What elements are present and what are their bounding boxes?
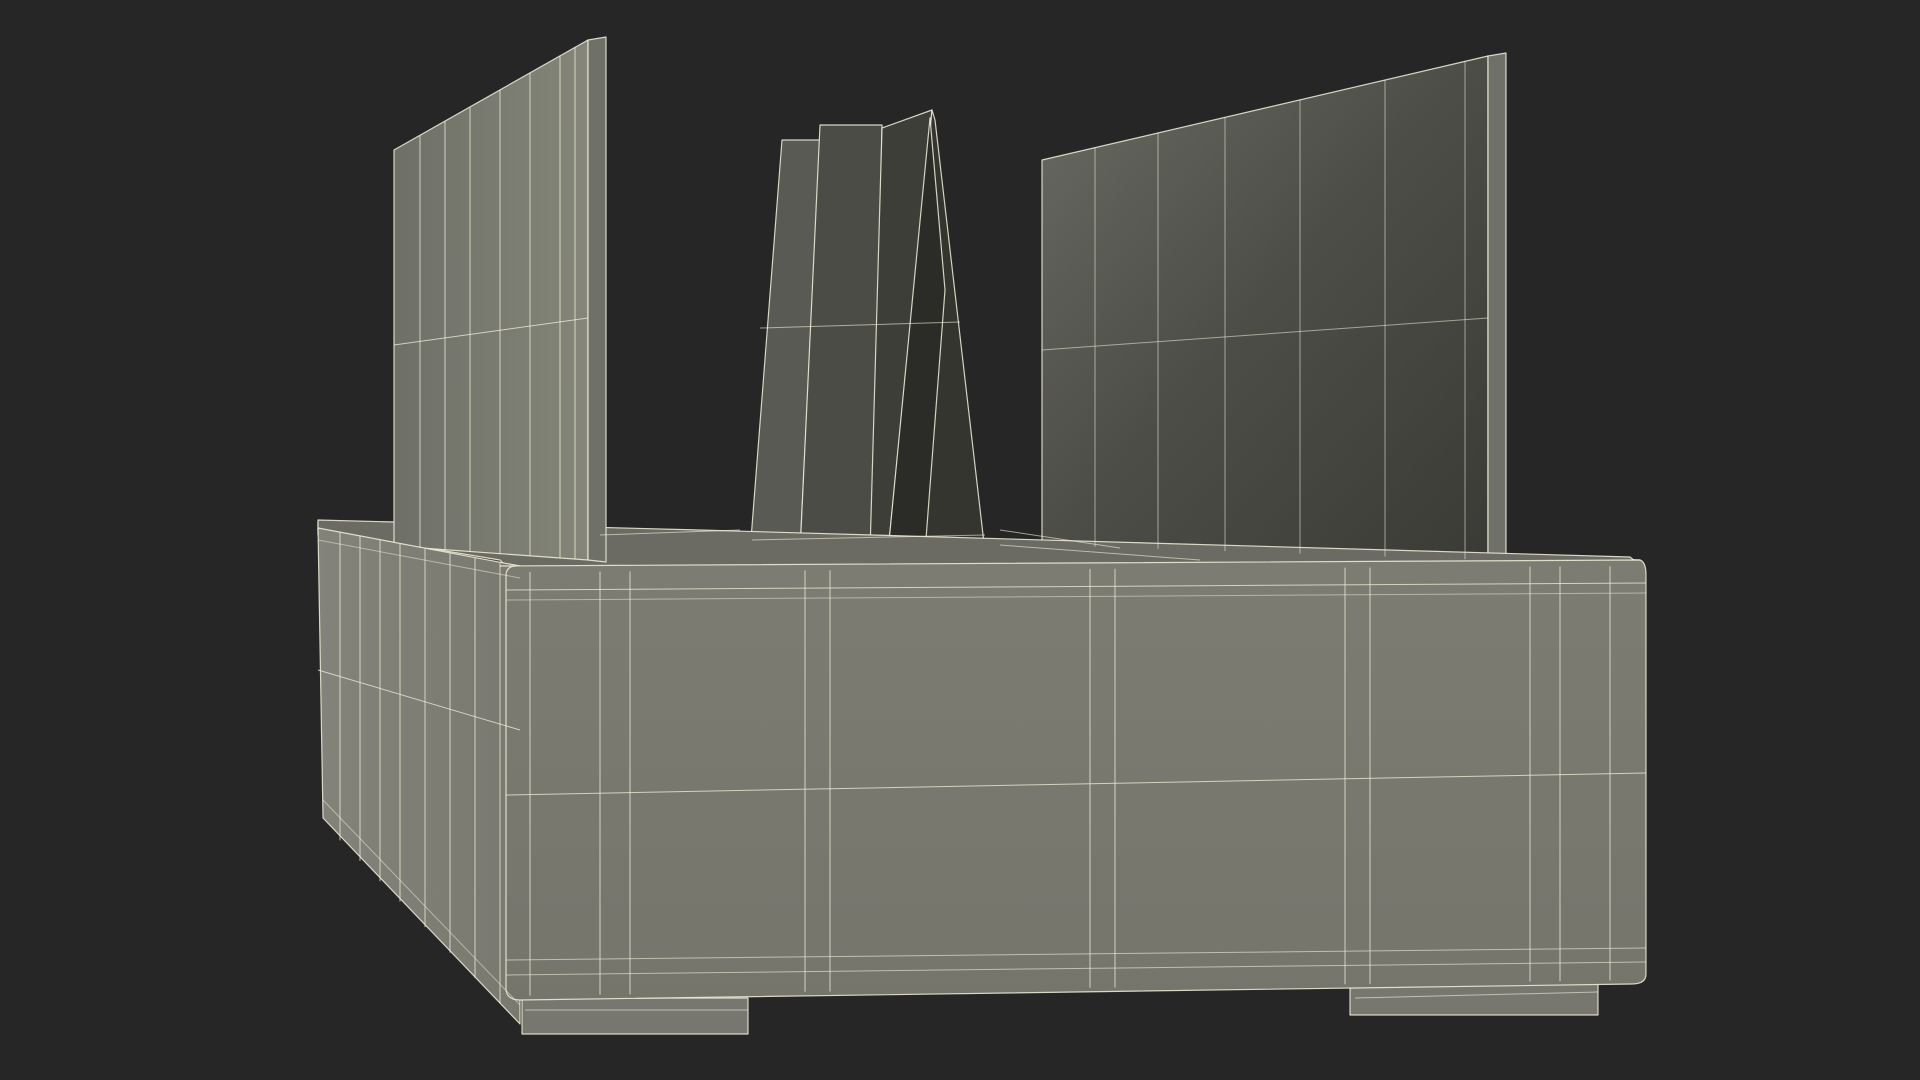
left-foot bbox=[521, 997, 749, 1035]
base-front bbox=[499, 559, 1647, 1001]
wireframe-render bbox=[0, 0, 1920, 1080]
viewport bbox=[0, 0, 1920, 1080]
